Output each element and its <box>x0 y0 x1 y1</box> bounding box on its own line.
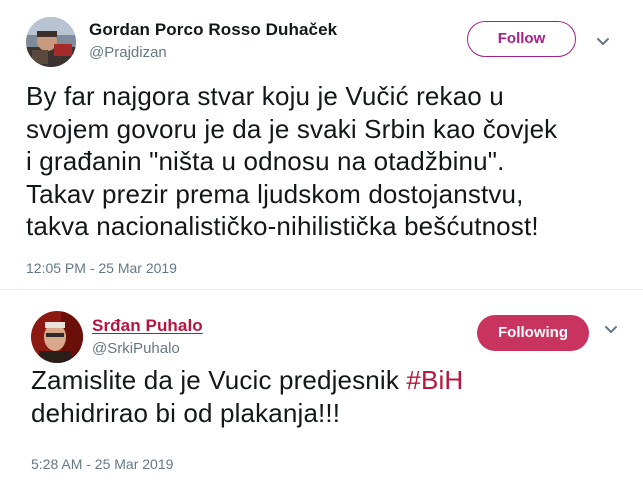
tweet-text-line: svojem govoru je da je svaki Srbin kao č… <box>26 113 558 144</box>
tweet-text: Zamislite da je Vucic predjesnik #BiH de… <box>31 364 631 429</box>
hashtag-link[interactable]: #BiH <box>406 365 463 395</box>
tweet-text: By far najgora stvar koju je Vučić rekao… <box>26 80 626 243</box>
follow-button[interactable]: Follow <box>467 21 576 57</box>
author-handle[interactable]: @SrkiPuhalo <box>92 340 180 357</box>
tweet-text-line: i građanin "ništa u odnosu na otadžbinu"… <box>26 146 505 176</box>
tweet-text-line: Zamislite da je Vucic predjesnik #BiH <box>31 364 631 397</box>
chevron-down-icon[interactable] <box>601 320 621 340</box>
tweet-card: Gordan Porco Rosso Duhaček @Prajdizan Fo… <box>0 0 643 290</box>
tweet-text-segment: Zamislite da je Vucic predjesnik <box>31 365 407 395</box>
tweet-text-line: dehidrirao bi od plakanja!!! <box>31 397 341 428</box>
author-display-name[interactable]: Gordan Porco Rosso Duhaček <box>89 20 337 40</box>
avatar-photo <box>26 17 76 67</box>
avatar-photo <box>31 311 83 363</box>
avatar[interactable] <box>26 17 76 67</box>
avatar[interactable] <box>31 311 83 363</box>
author-display-name[interactable]: Srđan Puhalo <box>92 316 203 336</box>
tweet-text-line: Takav prezir prema ljudskom dostojanstvu… <box>26 178 524 209</box>
tweet-timestamp[interactable]: 12:05 PM - 25 Mar 2019 <box>26 260 177 276</box>
tweet-text-line: By far najgora stvar koju je Vučić rekao… <box>26 81 504 111</box>
author-handle[interactable]: @Prajdizan <box>89 44 167 61</box>
chevron-down-icon[interactable] <box>593 32 613 52</box>
tweet-timestamp[interactable]: 5:28 AM - 25 Mar 2019 <box>31 456 173 472</box>
following-button[interactable]: Following <box>477 315 589 351</box>
tweet-text-line: takva nacionalističko-nihilistička bešću… <box>26 211 539 241</box>
